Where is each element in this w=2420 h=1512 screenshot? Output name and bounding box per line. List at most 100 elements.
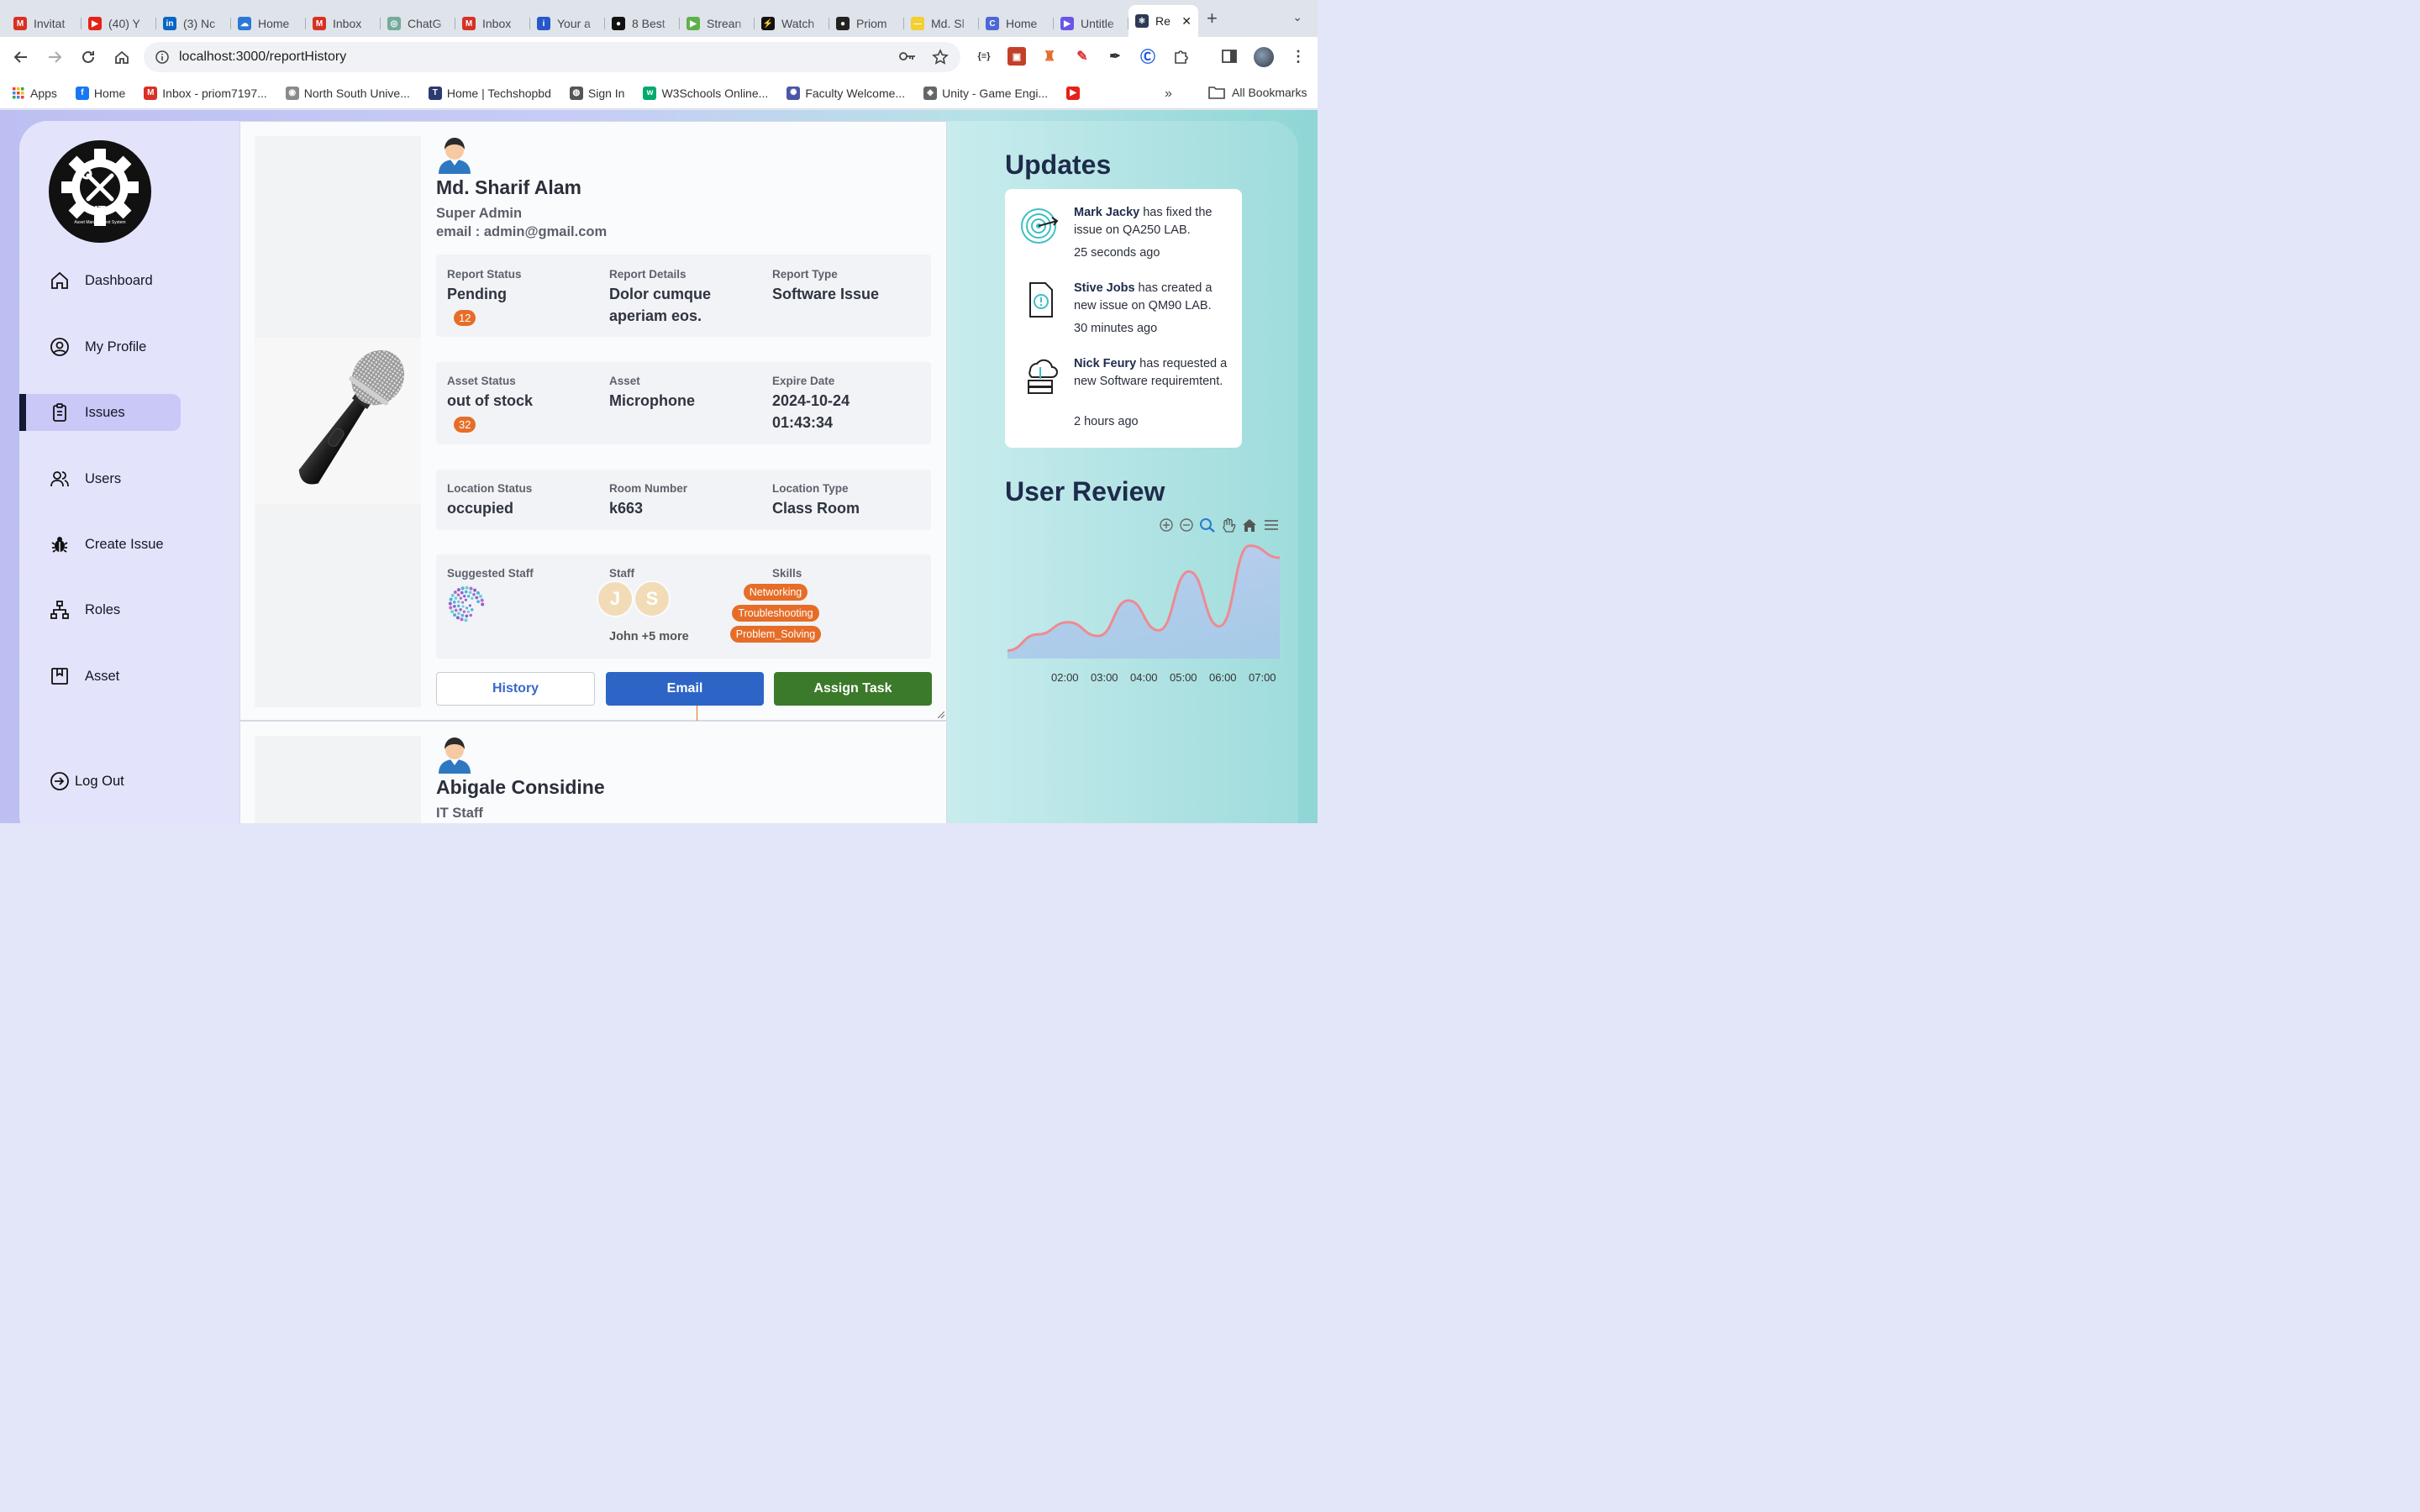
extension-red-icon[interactable]: ▣: [1007, 47, 1026, 66]
bookmark-item[interactable]: M Inbox - priom7197...: [144, 86, 267, 100]
updates-title: Updates: [1005, 150, 1112, 180]
bookmark-item[interactable]: ◉ North South Unive...: [285, 86, 410, 100]
new-tab-button[interactable]: +: [1207, 8, 1218, 29]
tab-search-chevron-icon[interactable]: ⌄: [1292, 10, 1302, 24]
zoom-out-icon[interactable]: [1179, 517, 1194, 533]
address-bar[interactable]: localhost:3000/reportHistory: [144, 42, 960, 72]
tab-title: Home: [1006, 17, 1038, 30]
browser-tab[interactable]: — Md. Sl: [904, 10, 979, 37]
site-info-icon[interactable]: [155, 50, 169, 64]
apps-grid-icon: [13, 87, 24, 98]
browser-tab[interactable]: ⚡ Watch: [755, 10, 829, 37]
medium-icon: ●: [612, 17, 625, 30]
browser-tab[interactable]: ▶ (40) Y: [82, 10, 156, 37]
history-button[interactable]: History: [436, 672, 595, 706]
bookmark-item[interactable]: ▶: [1066, 86, 1085, 100]
sidebar-item-roles[interactable]: Roles: [19, 591, 181, 628]
sidebar-item-dashboard[interactable]: Dashboard: [19, 262, 181, 299]
browser-tab[interactable]: ● 8 Best: [605, 10, 680, 37]
staff-summary[interactable]: John +5 more: [609, 630, 689, 643]
all-bookmarks-button[interactable]: All Bookmarks: [1208, 86, 1307, 99]
user-circle-icon: [50, 338, 69, 356]
clipboard-icon: [53, 403, 66, 422]
tab-title: (3) Nc: [183, 17, 216, 30]
report-list[interactable]: Md. Sharif Alam Super Admin email : admi…: [239, 121, 947, 823]
update-time: 30 minutes ago: [1074, 322, 1158, 335]
tab-title: Md. Sl: [931, 17, 965, 30]
bookmark-item[interactable]: ◍ Sign In: [569, 86, 624, 100]
youtube-icon: ▶: [1066, 86, 1081, 100]
extensions-puzzle-icon[interactable]: [1171, 47, 1190, 66]
tab-title: Watch: [781, 17, 815, 30]
staff-avatar-s[interactable]: S: [634, 580, 671, 617]
sidebar-item-create-issue[interactable]: Create Issue: [19, 526, 181, 563]
sidebar-item-users[interactable]: Users: [19, 460, 181, 497]
browser-tab[interactable]: in (3) Nc: [156, 10, 231, 37]
logout-button[interactable]: Log Out: [50, 771, 124, 791]
sidebar-item-issues[interactable]: Issues: [19, 394, 181, 431]
browser-tab[interactable]: ▶ Strean: [680, 10, 755, 37]
staff-avatar-j[interactable]: J: [597, 580, 634, 617]
browser-tab[interactable]: C Home: [979, 10, 1054, 37]
sidebar-item-my-profile[interactable]: My Profile: [19, 328, 181, 365]
user-review-area-chart[interactable]: [1001, 533, 1286, 692]
sidebar-item-asset[interactable]: Asset: [19, 658, 181, 695]
menu-icon[interactable]: [1263, 517, 1280, 533]
bookmark-item[interactable]: Apps: [12, 87, 57, 100]
tab-strip: M Invitat ▶ (40) Y in (3) Nc ☁ Home M Inbox ◎ ChatG…: [0, 0, 1318, 37]
bookmark-label: Home: [93, 86, 126, 100]
browser-tab[interactable]: ☁ Home: [231, 10, 306, 37]
side-panel-icon[interactable]: [1220, 47, 1239, 66]
browser-tab[interactable]: ▶ Untitle: [1054, 10, 1128, 37]
user-review-title: User Review: [1005, 476, 1165, 507]
bookmark-item[interactable]: ✺ Faculty Welcome...: [786, 86, 906, 100]
browser-tab[interactable]: i Your a: [530, 10, 605, 37]
chart-x-tick: 04:00: [1130, 671, 1158, 684]
reload-button[interactable]: [79, 48, 97, 66]
bookmark-star-icon[interactable]: [932, 49, 949, 66]
faculty-icon: ✺: [786, 86, 801, 100]
resize-handle-icon[interactable]: [938, 711, 944, 718]
tab-title: Invitat: [34, 17, 66, 30]
profile-avatar[interactable]: [1254, 47, 1274, 67]
back-button[interactable]: [12, 48, 30, 66]
assign-task-button[interactable]: Assign Task: [774, 672, 932, 706]
tab-title: 8 Best: [632, 17, 666, 30]
sidebar-item-label: Users: [85, 470, 122, 486]
home-button[interactable]: [113, 48, 131, 66]
asset-label: Asset: [609, 375, 640, 387]
email-button[interactable]: Email: [606, 672, 764, 706]
browser-menu-kebab-icon[interactable]: ⋮: [1289, 47, 1307, 66]
bookmark-item[interactable]: T Home | Techshopbd: [428, 86, 551, 100]
skill-badge: Problem_Solving: [729, 626, 822, 643]
zoom-select-icon[interactable]: [1199, 517, 1216, 533]
browser-tab[interactable]: ◎ ChatG: [381, 10, 455, 37]
bookmark-item[interactable]: f Home: [75, 86, 126, 100]
tab-active[interactable]: ⚛ Re ✕: [1128, 5, 1198, 37]
skill-badge: Networking: [743, 584, 808, 601]
browser-tab[interactable]: M Inbox: [455, 10, 530, 37]
json-viewer-extension-icon[interactable]: {≡}: [975, 47, 993, 66]
youtube-icon: ▶: [88, 17, 102, 30]
sidebar-item-label: Asset: [85, 668, 120, 684]
extension-lighthouse-icon[interactable]: ♜: [1040, 47, 1059, 66]
reset-home-icon[interactable]: [1241, 517, 1258, 533]
page-background: IT Asset Management System Dashboard My P…: [0, 110, 1318, 823]
reporter-role: Super Admin: [436, 206, 523, 221]
close-tab-icon[interactable]: ✕: [1181, 14, 1192, 29]
forward-button[interactable]: [45, 48, 64, 66]
linkedin-icon: in: [163, 17, 176, 30]
password-key-icon[interactable]: [898, 49, 917, 64]
extension-color-icon[interactable]: ✎: [1073, 47, 1092, 66]
bookmark-item[interactable]: ◈ Unity - Game Engi...: [923, 86, 1048, 100]
zoom-in-icon[interactable]: [1159, 517, 1174, 533]
bookmarks-overflow-button[interactable]: »: [1165, 87, 1172, 102]
extension-c-icon[interactable]: Ⓒ: [1139, 47, 1157, 66]
color-picker-icon[interactable]: ✒: [1106, 47, 1124, 66]
browser-tab[interactable]: M Invitat: [7, 10, 82, 37]
pan-hand-icon[interactable]: [1221, 517, 1236, 534]
bookmark-label: Faculty Welcome...: [805, 86, 906, 100]
browser-tab[interactable]: ● Priom: [829, 10, 904, 37]
bookmark-item[interactable]: w W3Schools Online...: [643, 86, 768, 100]
browser-tab[interactable]: M Inbox: [306, 10, 381, 37]
